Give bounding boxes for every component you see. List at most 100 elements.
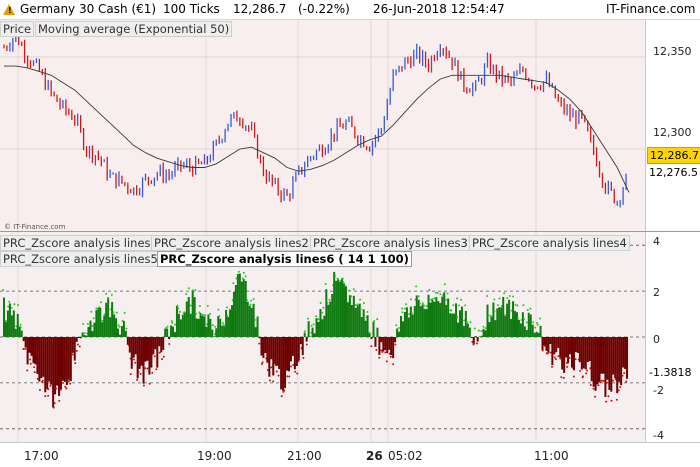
- ema-value-tag: 12,276.5: [647, 165, 700, 180]
- zscore-dot: [322, 306, 325, 309]
- zscore-dot: [237, 270, 240, 273]
- zscore-dot: [469, 321, 472, 324]
- zscore-dot: [428, 289, 431, 292]
- zscore-dot: [373, 319, 376, 322]
- zscore-dot: [375, 348, 378, 351]
- zscore-dot: [270, 366, 273, 369]
- zscore-dot: [319, 301, 322, 304]
- zscore-tick-minus4: -4: [653, 429, 664, 442]
- zscore-dot: [177, 307, 180, 310]
- price-panel[interactable]: Price Moving average (Exponential 50) © …: [0, 20, 645, 232]
- zscore-dot: [417, 295, 420, 298]
- quote-datetime: 26-Jun-2018 12:54:47: [373, 2, 505, 16]
- zscore-dot: [341, 277, 344, 280]
- zscore-dot: [477, 329, 480, 332]
- zscore-dot: [222, 323, 225, 326]
- zscore-dot: [460, 298, 463, 301]
- zscore-dot: [536, 323, 539, 326]
- copyright-note: © IT-Finance.com: [4, 223, 66, 231]
- zscore-dot: [579, 369, 582, 372]
- zscore-dot: [534, 326, 537, 329]
- zscore-dot: [594, 395, 597, 398]
- zscore-dot: [315, 315, 318, 318]
- legend-zscore-2[interactable]: PRC_Zscore analysis lines2: [151, 235, 312, 251]
- zscore-dot: [557, 355, 560, 358]
- legend-zscore-4[interactable]: PRC_Zscore analysis lines4: [469, 235, 630, 251]
- zscore-dot: [17, 304, 20, 307]
- zscore-dot: [411, 312, 414, 315]
- zscore-dot: [324, 282, 327, 285]
- tick-interval[interactable]: 100 Ticks: [163, 2, 220, 16]
- zscore-dot: [392, 363, 395, 366]
- zscore-dot: [551, 365, 554, 368]
- zscore-dot: [389, 355, 392, 358]
- zscore-dot: [493, 298, 496, 301]
- zscore-dot: [64, 385, 67, 388]
- time-label-2100: 21:00: [287, 449, 322, 463]
- zscore-dot: [296, 372, 299, 375]
- zscore-dot: [19, 326, 22, 329]
- zscore-dot: [463, 319, 466, 322]
- zscore-dot: [334, 275, 337, 278]
- legend-zscore-1[interactable]: PRC_Zscore analysis lines: [0, 235, 154, 251]
- zscore-dot: [268, 379, 271, 382]
- zscore-dot: [586, 369, 589, 372]
- zscore-dot: [516, 304, 519, 307]
- zscore-dot: [86, 322, 89, 325]
- zscore-dot: [359, 308, 362, 311]
- zscore-dot: [400, 307, 403, 310]
- zscore-dot: [605, 381, 608, 384]
- zscore-dot: [22, 348, 25, 351]
- zscore-dot: [47, 394, 50, 397]
- warning-icon[interactable]: !: [3, 4, 15, 15]
- zscore-dot: [8, 300, 11, 303]
- time-label-1700: 17:00: [24, 449, 59, 463]
- zscore-dot: [74, 362, 77, 365]
- zscore-dot: [554, 358, 557, 361]
- zscore-dot: [472, 343, 475, 346]
- instrument-name: Germany 30 Cash (€1): [20, 2, 157, 16]
- zscore-dot: [123, 311, 126, 314]
- time-axis[interactable]: 17:00 19:00 21:00 26 05:02 11:00: [0, 442, 700, 467]
- zscore-dot: [525, 321, 528, 324]
- legend-moving-average[interactable]: Moving average (Exponential 50): [35, 21, 233, 37]
- zscore-dot: [572, 375, 575, 378]
- zscore-dot: [623, 372, 626, 375]
- zscore-dot: [498, 297, 501, 300]
- zscore-dot: [381, 350, 384, 353]
- price-tick-12350: 12,350: [653, 45, 692, 58]
- price-chart[interactable]: [0, 20, 645, 232]
- zscore-dot: [566, 365, 569, 368]
- zscore-dot: [68, 380, 71, 383]
- ema-line: [4, 65, 630, 193]
- zscore-dot: [261, 361, 264, 364]
- zscore-dot: [4, 319, 7, 322]
- zscore-dot: [245, 299, 248, 302]
- zscore-dot: [526, 308, 529, 311]
- zscore-dot: [110, 293, 113, 296]
- zscore-dot: [536, 321, 539, 324]
- zscore-dot: [277, 374, 280, 377]
- zscore-dot: [619, 385, 622, 388]
- zscore-dot: [101, 319, 104, 322]
- zscore-dot: [115, 311, 118, 314]
- zscore-dot: [2, 288, 5, 291]
- zscore-dot: [165, 326, 168, 329]
- zscore-dot: [522, 304, 525, 307]
- zscore-axis[interactable]: 4 2 0 -1.3818 -2 -4: [645, 232, 700, 442]
- legend-zscore-6[interactable]: PRC_Zscore analysis lines6 ( 14 1 100): [157, 251, 412, 267]
- price-axis[interactable]: 12,350 12,300 12,286.7 12,276.5: [645, 20, 700, 232]
- zscore-dot: [160, 358, 163, 361]
- zscore-dot: [129, 373, 132, 376]
- zscore-panel[interactable]: PRC_Zscore analysis lines PRC_Zscore ana…: [0, 232, 645, 442]
- zscore-dot: [473, 327, 476, 330]
- legend-price[interactable]: Price: [0, 21, 35, 37]
- zscore-dot: [33, 371, 36, 374]
- last-price: 12,286.7: [233, 2, 287, 16]
- legend-zscore-3[interactable]: PRC_Zscore analysis lines3: [310, 235, 471, 251]
- zscore-dot: [446, 292, 449, 295]
- zscore-dot: [487, 314, 490, 317]
- zscore-dot: [125, 327, 128, 330]
- zscore-dot: [516, 317, 519, 320]
- legend-zscore-5[interactable]: PRC_Zscore analysis lines5: [0, 251, 161, 267]
